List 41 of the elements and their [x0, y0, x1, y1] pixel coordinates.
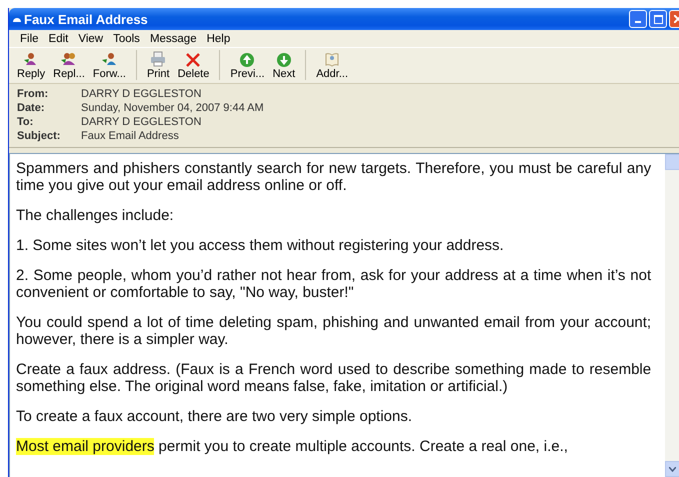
menu-item[interactable]: View [73, 33, 108, 45]
printer-icon [149, 51, 168, 67]
header-value: Sunday, November 04, 2007 9:44 AM [81, 102, 265, 114]
person-arrow-icon [100, 51, 118, 67]
header-value: DARRY D EGGLESTON [81, 88, 202, 100]
toolbar-button[interactable]: Forw... [88, 51, 130, 80]
paragraph: Most email providers permit you to create multiple accounts. Create a real one, i.e., [16, 438, 569, 455]
toolbar-button[interactable]: Previ... [226, 51, 269, 80]
paragraph: 1. Some sites won’t let you access them without registering your address. [16, 237, 505, 254]
paragraph: Spammers and phishers constantly search for new targets. Therefore, you must be careful any time you give out your email address online or off. [16, 160, 652, 194]
menu-item[interactable]: Tools [108, 33, 145, 45]
header-label: To: [17, 116, 34, 128]
menu-item[interactable]: Help [202, 33, 236, 45]
app-icon [13, 15, 21, 23]
header-label: Subject: [17, 130, 62, 142]
minimize-button[interactable] [629, 10, 647, 28]
maximize-button[interactable] [649, 10, 667, 28]
paragraph: 2. Some people, whom you’d rather not hear from, ask for your address at a time when it’s not convenient or comfortable to say, "No way, buster!" [16, 267, 652, 301]
book-icon [323, 51, 342, 67]
delete-icon [184, 51, 202, 67]
toolbar-button[interactable]: Delete [174, 51, 214, 80]
menu-item[interactable]: Edit [44, 33, 74, 45]
maximize-icon [654, 14, 662, 24]
menu-item[interactable]: Message [144, 33, 202, 45]
paragraph: The challenges include: [16, 207, 175, 224]
toolbar-button[interactable]: Addr... [312, 51, 352, 80]
toolbar-button[interactable]: Repl... [49, 51, 89, 80]
toolbar-button[interactable]: Reply [13, 51, 50, 80]
toolbar-button[interactable]: Print [142, 51, 174, 80]
paragraph: Create a faux address. (Faux is a French word used to describe something made to resemble something else. The original word means false, fake, imitation or artificial.) [16, 361, 652, 395]
paragraph: To create a faux account, there are two very simple options. [16, 408, 414, 425]
window-title: Faux Email Address [24, 12, 149, 26]
header-label: From: [17, 88, 50, 100]
toolbar-button[interactable]: Next [268, 51, 300, 80]
header-label: Date: [17, 102, 46, 114]
scroll-down-button[interactable] [665, 461, 679, 477]
header-value: Faux Email Address [81, 130, 180, 142]
header-value: DARRY D EGGLESTON [81, 116, 202, 128]
menu-item[interactable]: File [15, 33, 44, 45]
paragraph: You could spend a lot of time deleting spam, phishing and unwanted email from your account; however, there is a simpler way. [16, 314, 652, 348]
scrollbar[interactable] [665, 154, 679, 477]
